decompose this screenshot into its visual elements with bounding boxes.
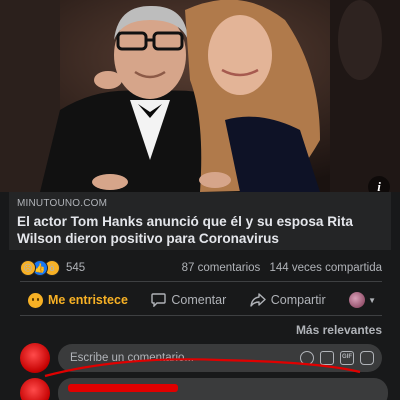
link-source: MINUTOUNO.COM [17,198,108,209]
comment-button[interactable]: Comentar [151,293,226,307]
shares-count[interactable]: 144 veces compartida [269,262,382,274]
link-preview[interactable]: MINUTOUNO.COM El actor Tom Hanks anunció… [9,192,391,250]
comment-item [20,378,388,400]
avatar[interactable] [20,378,50,400]
emoji-icon[interactable] [300,351,314,365]
engagement-stats: ☹ 👍 ö 545 87 comentarios 144 veces compa… [20,258,382,278]
react-button-label: Me entristece [48,293,128,307]
camera-icon[interactable] [320,351,334,365]
comment-share-counts: 87 comentarios 144 veces compartida [182,262,382,274]
avatar[interactable] [20,343,50,373]
reaction-count: 545 [66,262,86,274]
share-icon [250,293,266,307]
reaction-profile-selector[interactable]: ▼ [349,292,376,308]
comment-composer: Escribe un comentario... GIF [20,343,382,373]
sad-reaction-icon: ☹ [20,260,36,276]
comments-count[interactable]: 87 comentarios [182,262,261,274]
action-bar: Me entristece Comentar Compartir ▼ [20,288,382,312]
divider [20,315,382,316]
redaction-mark [68,384,178,392]
chevron-down-icon: ▼ [368,295,376,305]
post-photo[interactable] [0,0,400,192]
gif-icon[interactable]: GIF [340,351,354,365]
photo-illustration [0,0,400,192]
comment-input[interactable]: Escribe un comentario... GIF [58,344,382,372]
share-button-label: Compartir [270,293,326,307]
sad-reaction-icon [28,292,43,308]
comment-button-label: Comentar [171,293,227,307]
comment-bubble[interactable] [58,378,388,400]
reaction-summary[interactable]: ☹ 👍 ö 545 [20,260,85,276]
avatar [349,292,366,308]
comment-icon [151,293,167,307]
link-headline[interactable]: El actor Tom Hanks anunció que él y su e… [17,213,383,247]
divider [20,281,382,282]
comment-input-placeholder: Escribe un comentario... [70,352,195,364]
share-button[interactable]: Compartir [250,293,326,307]
sticker-icon[interactable] [360,351,374,365]
comment-sort-dropdown[interactable]: Más relevantes [296,323,382,337]
react-button[interactable]: Me entristece [28,292,128,308]
